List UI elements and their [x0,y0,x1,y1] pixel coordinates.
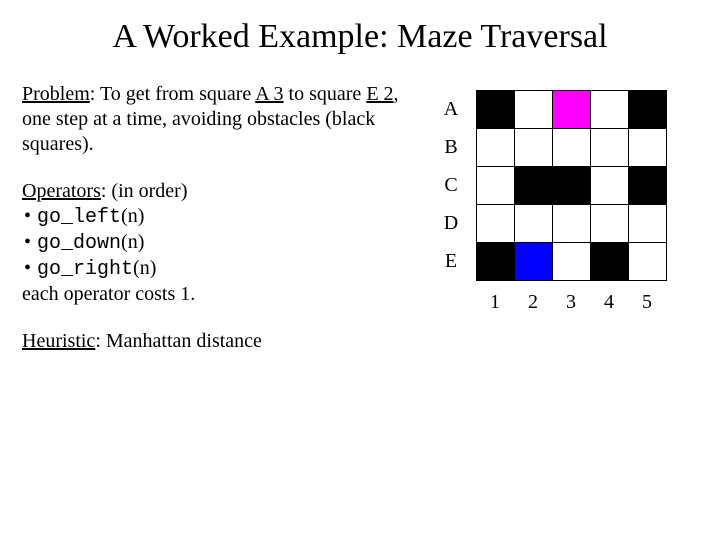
heuristic-block: Heuristic: Manhattan distance [22,329,402,354]
row-label: C [432,166,470,204]
maze-cell [553,243,591,281]
maze-cell [629,129,667,167]
maze-cell [515,91,553,129]
operators-block: Operators: (in order) •go_left(n)•go_dow… [22,179,402,307]
operator-fn: go_down [37,231,121,256]
maze-cell [477,205,515,243]
maze-cell [477,91,515,129]
maze-cell [629,243,667,281]
maze-cell [629,167,667,205]
maze-cell [591,243,629,281]
operator-arg: (n) [121,204,144,229]
maze-cell [515,243,553,281]
content: Problem: To get from square A 3 to squar… [22,82,698,376]
goal-square: E 2 [366,83,393,105]
col-label: 4 [590,283,628,321]
page-title: A Worked Example: Maze Traversal [22,18,698,56]
operators-list: •go_left(n)•go_down(n)•go_right(n) [22,204,402,282]
operators-label: Operators [22,180,101,202]
maze-cell [477,129,515,167]
maze-cell [477,243,515,281]
maze-cell [477,167,515,205]
maze-cell [591,91,629,129]
operator-item: •go_down(n) [22,230,402,256]
col-labels: 12345 [476,283,667,321]
operator-item: •go_right(n) [22,256,402,282]
row-label: A [432,90,470,128]
row-label: E [432,242,470,280]
right-column: ABCDE 12345 [432,82,667,376]
operator-item: •go_left(n) [22,204,402,230]
maze-grid [476,90,667,281]
problem-label: Problem [22,83,90,105]
maze-cell [591,129,629,167]
row-label: D [432,204,470,242]
operators-cost: each operator costs 1. [22,282,402,307]
row-labels: ABCDE [432,90,470,281]
maze-cell [629,91,667,129]
col-label: 2 [514,283,552,321]
maze-cell [553,91,591,129]
maze-cell [591,205,629,243]
col-label: 5 [628,283,666,321]
operator-arg: (n) [133,256,156,281]
row-label: B [432,128,470,166]
maze-cell [515,167,553,205]
maze-cell [553,205,591,243]
maze-cell [553,129,591,167]
col-label: 1 [476,283,514,321]
maze-cell [553,167,591,205]
heuristic-label: Heuristic [22,330,95,352]
col-label: 3 [552,283,590,321]
maze-cell [629,205,667,243]
heuristic-text: : Manhattan distance [95,330,262,352]
operator-fn: go_left [37,205,121,230]
maze-cell [515,129,553,167]
operator-fn: go_right [37,257,133,282]
maze-cell [591,167,629,205]
maze-cell [515,205,553,243]
start-square: A 3 [255,83,283,105]
operators-suffix: : (in order) [101,180,188,202]
problem-text-2: to square [284,83,367,105]
bullet-icon: • [24,230,31,255]
problem-block: Problem: To get from square A 3 to squar… [22,82,402,157]
problem-text-1: : To get from square [90,83,255,105]
bullet-icon: • [24,256,31,281]
left-column: Problem: To get from square A 3 to squar… [22,82,402,376]
operator-arg: (n) [121,230,144,255]
bullet-icon: • [24,204,31,229]
maze: ABCDE [432,90,667,281]
